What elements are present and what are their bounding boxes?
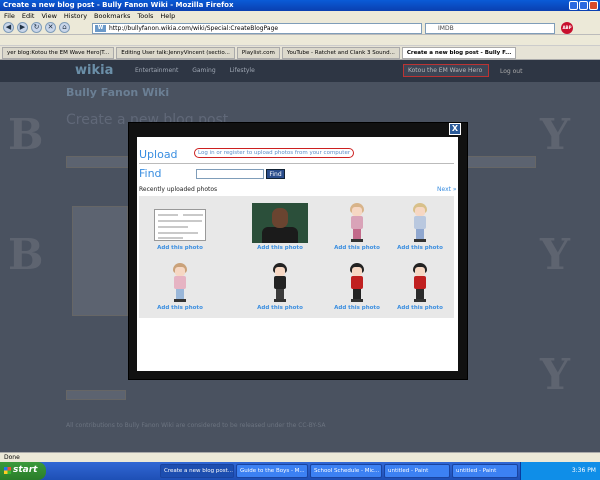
tab-blog-kotou[interactable]: yer blog:Kotou the EM Wave Hero|T...	[2, 47, 115, 59]
upload-heading: Upload	[139, 148, 178, 161]
clock: 3:36 PM	[571, 467, 596, 474]
menu-file[interactable]: File	[4, 12, 15, 20]
find-input[interactable]	[196, 169, 264, 179]
tab-youtube[interactable]: YouTube - Ratchet and Clank 3 Sound...	[281, 47, 400, 59]
close-window-button[interactable]	[589, 1, 598, 10]
home-icon[interactable]: ⌂	[59, 22, 70, 33]
photo-thumbnail[interactable]	[252, 263, 308, 303]
user-menu-button[interactable]: Kotou the EM Wave Hero	[403, 64, 489, 77]
add-photo-link[interactable]: Add this photo	[245, 305, 315, 311]
adblock-icon[interactable]: ABP	[561, 22, 573, 34]
window-titlebar: Create a new blog post - Bully Fanon Wik…	[0, 0, 600, 11]
reload-icon[interactable]: ↻	[31, 22, 42, 33]
photo-thumbnail[interactable]	[152, 263, 208, 303]
address-bar-value: http://bullyfanon.wikia.com/wiki/Special…	[109, 25, 279, 32]
menu-tools[interactable]: Tools	[137, 12, 153, 20]
photo-thumbnail[interactable]	[392, 263, 448, 303]
photo-thumbnail[interactable]	[252, 203, 308, 243]
background-watermark: Y	[540, 350, 570, 399]
photo-thumbnail[interactable]	[329, 263, 385, 303]
taskbar-item-paint-2[interactable]: untitled - Paint	[452, 464, 518, 478]
photo-item: Add this photo	[385, 203, 455, 251]
tab-playlist[interactable]: Playlist.com	[236, 47, 280, 59]
wiki-title: Bully Fanon Wiki	[66, 86, 170, 99]
avatar-figure	[408, 203, 432, 243]
add-category-button[interactable]	[66, 390, 126, 400]
photo-item: Add this photo	[145, 263, 215, 311]
tab-create-blog-post[interactable]: Create a new blog post - Bully F...	[401, 47, 517, 59]
add-photo-link[interactable]: Add this photo	[322, 245, 392, 251]
find-heading: Find	[139, 167, 162, 180]
nav-lifestyle[interactable]: Lifestyle	[230, 67, 255, 74]
background-watermark: B	[8, 110, 44, 159]
search-input-value: IMDB	[438, 25, 454, 32]
modal-close-button[interactable]: X	[449, 123, 461, 135]
menu-edit[interactable]: Edit	[22, 12, 35, 20]
avatar-figure	[345, 203, 369, 243]
document-thumbnail	[154, 209, 206, 241]
address-bar[interactable]: W http://bullyfanon.wikia.com/wiki/Speci…	[92, 23, 422, 34]
photo-item: Add this photo	[322, 203, 392, 251]
background-watermark: Y	[540, 110, 570, 159]
photo-thumbnail[interactable]	[392, 203, 448, 243]
add-photo-link[interactable]: Add this photo	[145, 305, 215, 311]
avatar-figure	[268, 263, 292, 303]
tab-bar: yer blog:Kotou the EM Wave Hero|T... Edi…	[0, 46, 600, 60]
nav-entertainment[interactable]: Entertainment	[135, 67, 178, 74]
license-notice: All contributions to Bully Fanon Wiki ar…	[66, 422, 326, 429]
background-watermark: Y	[540, 230, 570, 279]
start-button[interactable]: start	[0, 462, 46, 480]
add-photo-link[interactable]: Add this photo	[145, 245, 215, 251]
recent-photos-label: Recently uploaded photos	[139, 186, 218, 193]
status-bar: Done	[0, 452, 600, 462]
menu-bookmarks[interactable]: Bookmarks	[94, 12, 130, 20]
find-button[interactable]: Find	[266, 169, 285, 179]
section-divider	[139, 163, 454, 164]
stop-icon[interactable]: ✕	[45, 22, 56, 33]
taskbar-item-word[interactable]: Guide to the Boys - M...	[236, 464, 308, 478]
forward-icon[interactable]: ▶	[17, 22, 28, 33]
add-photo-link[interactable]: Add this photo	[322, 305, 392, 311]
back-icon[interactable]: ◀	[3, 22, 14, 33]
nav-gaming[interactable]: Gaming	[192, 67, 215, 74]
add-photo-link[interactable]: Add this photo	[245, 245, 315, 251]
menu-view[interactable]: View	[41, 12, 56, 20]
wikia-logo: wikia	[75, 63, 114, 78]
taskbar-item-firefox[interactable]: Create a new blog post...	[160, 464, 234, 478]
add-photo-link[interactable]: Add this photo	[385, 245, 455, 251]
system-tray: 3:36 PM	[520, 462, 600, 480]
photo-thumbnail[interactable]	[152, 203, 208, 243]
wikia-nav: Entertainment Gaming Lifestyle	[135, 67, 267, 74]
avatar-figure	[168, 263, 192, 303]
photo-item: Add this photo	[322, 263, 392, 311]
photo-item: Add this photo	[385, 263, 455, 311]
photo-item: Add this photo	[145, 203, 215, 251]
template-preview	[72, 206, 128, 316]
taskbar-item-paint[interactable]: untitled - Paint	[384, 464, 450, 478]
login-to-upload-link[interactable]: Log in or register to upload photos from…	[194, 148, 355, 158]
menu-help[interactable]: Help	[160, 12, 175, 20]
minimize-button[interactable]	[569, 1, 578, 10]
photo-item: Add this photo	[245, 263, 315, 311]
background-watermark: B	[8, 230, 44, 279]
maximize-button[interactable]	[579, 1, 588, 10]
avatar-figure	[345, 263, 369, 303]
next-page-link[interactable]: Next »	[437, 186, 457, 193]
avatar-figure	[408, 263, 432, 303]
search-input[interactable]: IMDB	[425, 23, 555, 34]
site-favicon-icon: W	[95, 25, 106, 32]
add-photo-link[interactable]: Add this photo	[385, 305, 455, 311]
menu-history[interactable]: History	[64, 12, 87, 20]
photo-thumbnail[interactable]	[329, 203, 385, 243]
taskbar: start Create a new blog post... Guide to…	[0, 462, 600, 480]
logout-link[interactable]: Log out	[500, 68, 522, 75]
photo-item: Add this photo	[245, 203, 315, 251]
window-title: Create a new blog post - Bully Fanon Wik…	[3, 1, 234, 9]
portrait-photo	[252, 203, 308, 243]
bookmarks-toolbar	[0, 35, 600, 46]
taskbar-item-schedule[interactable]: School Schedule - Mic...	[310, 464, 382, 478]
status-text: Done	[4, 454, 20, 461]
menu-bar: File Edit View History Bookmarks Tools H…	[0, 11, 600, 21]
tab-editing-user-talk[interactable]: Editing User talk:JennyVincent (sectio..…	[116, 47, 235, 59]
